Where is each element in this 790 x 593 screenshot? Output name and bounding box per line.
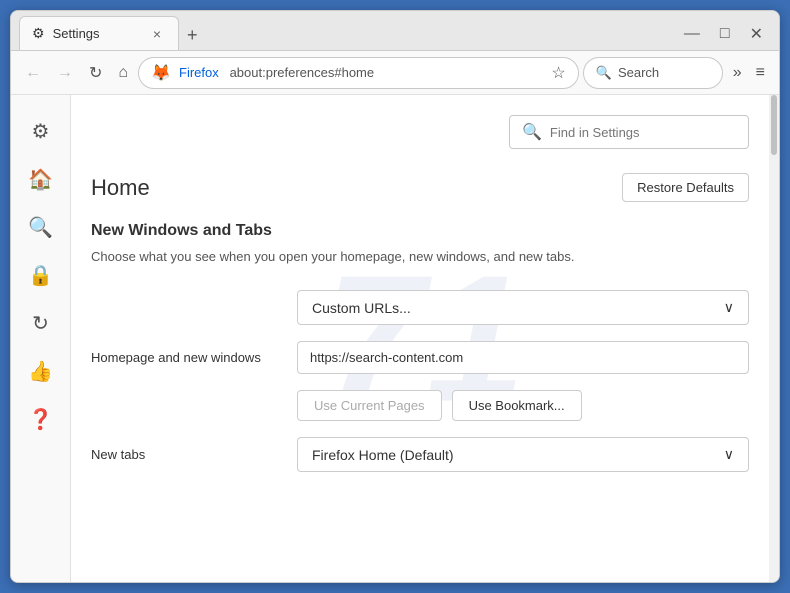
homepage-control (297, 341, 749, 374)
find-settings-container[interactable]: 🔍 (509, 115, 749, 149)
use-current-pages-button[interactable]: Use Current Pages (297, 390, 442, 421)
page-area: 71 🔍 Home Restore Defaul (71, 95, 779, 582)
tab-bar: ⚙ Settings × + — □ ✕ (11, 11, 779, 51)
toolbar-right: » ≡ (727, 60, 771, 86)
tab-close-button[interactable]: × (148, 25, 166, 43)
search-bar[interactable]: 🔍 Search (583, 57, 723, 89)
custom-urls-row: Custom URLs... ∨ (91, 290, 749, 325)
settings-header: Home Restore Defaults (91, 173, 749, 202)
find-settings-row: 🔍 (91, 115, 749, 149)
search-icon: 🔍 (596, 65, 612, 81)
maximize-button[interactable]: □ (712, 23, 738, 45)
search-label: Search (618, 65, 659, 80)
firefox-icon: 🦊 (151, 63, 171, 83)
section-title: New Windows and Tabs (91, 222, 749, 240)
sidebar-item-extensions[interactable]: 👍 (21, 351, 61, 391)
close-button[interactable]: ✕ (742, 22, 771, 46)
browser-window: ⚙ Settings × + — □ ✕ ← → ↻ ⌂ 🦊 Firefox a… (10, 10, 780, 583)
bookmark-star-button[interactable]: ☆ (551, 63, 565, 83)
use-bookmark-button[interactable]: Use Bookmark... (452, 390, 582, 421)
section-desc: Choose what you see when you open your h… (91, 248, 749, 266)
address-bar[interactable]: 🦊 Firefox about:preferences#home ☆ (138, 57, 579, 89)
tab-favicon: ⚙ (32, 25, 45, 42)
sidebar-item-help[interactable]: ❓ (21, 399, 61, 439)
sidebar: ⚙ 🏠 🔍 🔒 ↻ 👍 ❓ (11, 95, 71, 582)
bookmark-row: Use Current Pages Use Bookmark... (91, 390, 749, 421)
dropdown-chevron-icon: ∨ (724, 299, 734, 316)
custom-urls-control: Custom URLs... ∨ (297, 290, 749, 325)
window-controls: — □ ✕ (676, 22, 771, 46)
toolbar: ← → ↻ ⌂ 🦊 Firefox about:preferences#home… (11, 51, 779, 95)
find-settings-icon: 🔍 (522, 122, 542, 142)
homepage-row: Homepage and new windows (91, 341, 749, 374)
settings-tab[interactable]: ⚙ Settings × (19, 16, 179, 50)
custom-urls-dropdown[interactable]: Custom URLs... ∨ (297, 290, 749, 325)
home-button[interactable]: ⌂ (112, 60, 134, 86)
tab-title: Settings (53, 26, 140, 41)
minimize-button[interactable]: — (676, 23, 708, 45)
newtabs-chevron-icon: ∨ (724, 446, 734, 463)
homepage-label: Homepage and new windows (91, 350, 281, 365)
sidebar-item-search[interactable]: 🔍 (21, 207, 61, 247)
new-tab-button[interactable]: + (179, 25, 206, 46)
restore-defaults-button[interactable]: Restore Defaults (622, 173, 749, 202)
site-name: Firefox (179, 65, 219, 80)
forward-button[interactable]: → (51, 60, 79, 86)
newtabs-row: New tabs Firefox Home (Default) ∨ (91, 437, 749, 472)
page-content: 🔍 Home Restore Defaults New Windows and … (71, 95, 779, 492)
newtabs-label: New tabs (91, 447, 281, 462)
find-settings-input[interactable] (550, 125, 736, 140)
menu-button[interactable]: ≡ (750, 60, 771, 86)
content-area: ⚙ 🏠 🔍 🔒 ↻ 👍 ❓ 71 🔍 (11, 95, 779, 582)
newtabs-dropdown[interactable]: Firefox Home (Default) ∨ (297, 437, 749, 472)
newtabs-control: Firefox Home (Default) ∨ (297, 437, 749, 472)
page-inner: 🔍 Home Restore Defaults New Windows and … (91, 115, 749, 472)
newtabs-value: Firefox Home (Default) (312, 447, 454, 463)
reload-button[interactable]: ↻ (83, 59, 108, 87)
custom-urls-value: Custom URLs... (312, 300, 411, 316)
sidebar-item-home[interactable]: 🏠 (21, 159, 61, 199)
back-button[interactable]: ← (19, 60, 47, 86)
homepage-url-input[interactable] (297, 341, 749, 374)
sidebar-item-sync[interactable]: ↻ (21, 303, 61, 343)
page-title: Home (91, 175, 150, 201)
bookmark-buttons: Use Current Pages Use Bookmark... (297, 390, 749, 421)
sidebar-item-settings[interactable]: ⚙ (21, 111, 61, 151)
address-text: Firefox about:preferences#home (179, 65, 543, 80)
more-tools-button[interactable]: » (727, 60, 748, 86)
sidebar-item-privacy[interactable]: 🔒 (21, 255, 61, 295)
url-path: about:preferences#home (230, 65, 375, 80)
